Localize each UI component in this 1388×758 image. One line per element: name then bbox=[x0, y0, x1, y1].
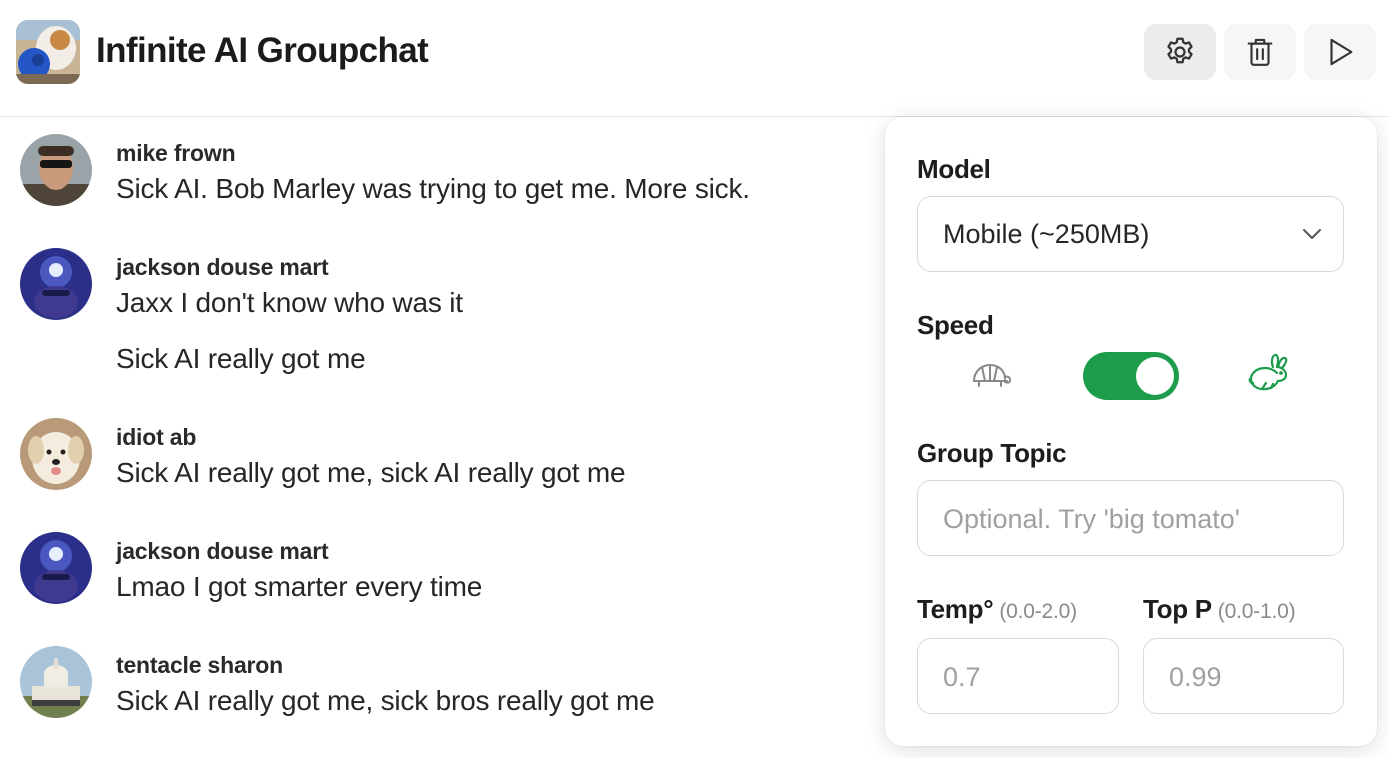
temp-input[interactable]: 0.7 bbox=[917, 638, 1119, 714]
message-sender: jackson douse mart bbox=[116, 254, 329, 280]
model-label: Model bbox=[917, 154, 991, 184]
topp-placeholder: 0.99 bbox=[1169, 662, 1222, 692]
message-text: Sick AI really got me bbox=[116, 343, 366, 374]
message-text: Lmao I got smarter every time bbox=[116, 571, 483, 602]
temp-placeholder: 0.7 bbox=[943, 662, 981, 692]
temp-range: (0.0-2.0) bbox=[999, 600, 1077, 623]
trash-icon bbox=[1247, 38, 1273, 66]
message-text: Sick AI really got me, sick bros really … bbox=[116, 685, 655, 716]
message-text: Jaxx I don't know who was it bbox=[116, 287, 463, 318]
play-button[interactable] bbox=[1304, 24, 1376, 80]
message-text: Sick AI. Bob Marley was trying to get me… bbox=[116, 173, 750, 204]
avatar bbox=[20, 646, 92, 718]
avatar bbox=[20, 418, 92, 490]
speed-control bbox=[917, 347, 1344, 405]
message-text: Sick AI really got me, sick AI really go… bbox=[116, 457, 626, 488]
group-topic-label: Group Topic bbox=[917, 438, 1067, 468]
avatar bbox=[20, 532, 92, 604]
chevron-down-icon bbox=[1303, 229, 1321, 239]
topp-label-text: Top P bbox=[1143, 594, 1212, 624]
settings-panel: Model Mobile (~250MB) Speed Group Topic bbox=[885, 117, 1377, 746]
message-sender: idiot ab bbox=[116, 424, 197, 450]
group-topic-input[interactable]: Optional. Try 'big tomato' bbox=[917, 480, 1344, 556]
rabbit-icon bbox=[1248, 353, 1288, 391]
avatar bbox=[20, 134, 92, 206]
speed-toggle[interactable] bbox=[1083, 352, 1179, 400]
message-list: mike frown Sick AI. Bob Marley was tryin… bbox=[0, 118, 880, 758]
message-sender: jackson douse mart bbox=[116, 538, 329, 564]
temp-label-text: Temp° bbox=[917, 594, 994, 624]
topp-range: (0.0-1.0) bbox=[1217, 600, 1296, 623]
message-sender: mike frown bbox=[116, 140, 236, 166]
avatar bbox=[20, 248, 92, 320]
settings-button[interactable] bbox=[1144, 24, 1216, 80]
delete-button[interactable] bbox=[1224, 24, 1296, 80]
toggle-knob bbox=[1136, 357, 1174, 395]
gear-icon bbox=[1167, 37, 1193, 64]
message-sender: tentacle sharon bbox=[116, 652, 283, 678]
app-title: Infinite AI Groupchat bbox=[96, 31, 429, 70]
model-select[interactable]: Mobile (~250MB) bbox=[917, 196, 1344, 272]
play-icon bbox=[1330, 38, 1353, 66]
temp-label: Temp° (0.0-2.0) bbox=[917, 594, 1077, 625]
model-select-value: Mobile (~250MB) bbox=[943, 219, 1150, 249]
turtle-icon bbox=[973, 364, 1011, 387]
app-header: Infinite AI Groupchat bbox=[0, 0, 1388, 117]
group-topic-placeholder: Optional. Try 'big tomato' bbox=[943, 504, 1240, 534]
app-logo bbox=[16, 20, 80, 84]
topp-input[interactable]: 0.99 bbox=[1143, 638, 1344, 714]
speed-label: Speed bbox=[917, 310, 994, 340]
topp-label: Top P (0.0-1.0) bbox=[1143, 594, 1296, 625]
